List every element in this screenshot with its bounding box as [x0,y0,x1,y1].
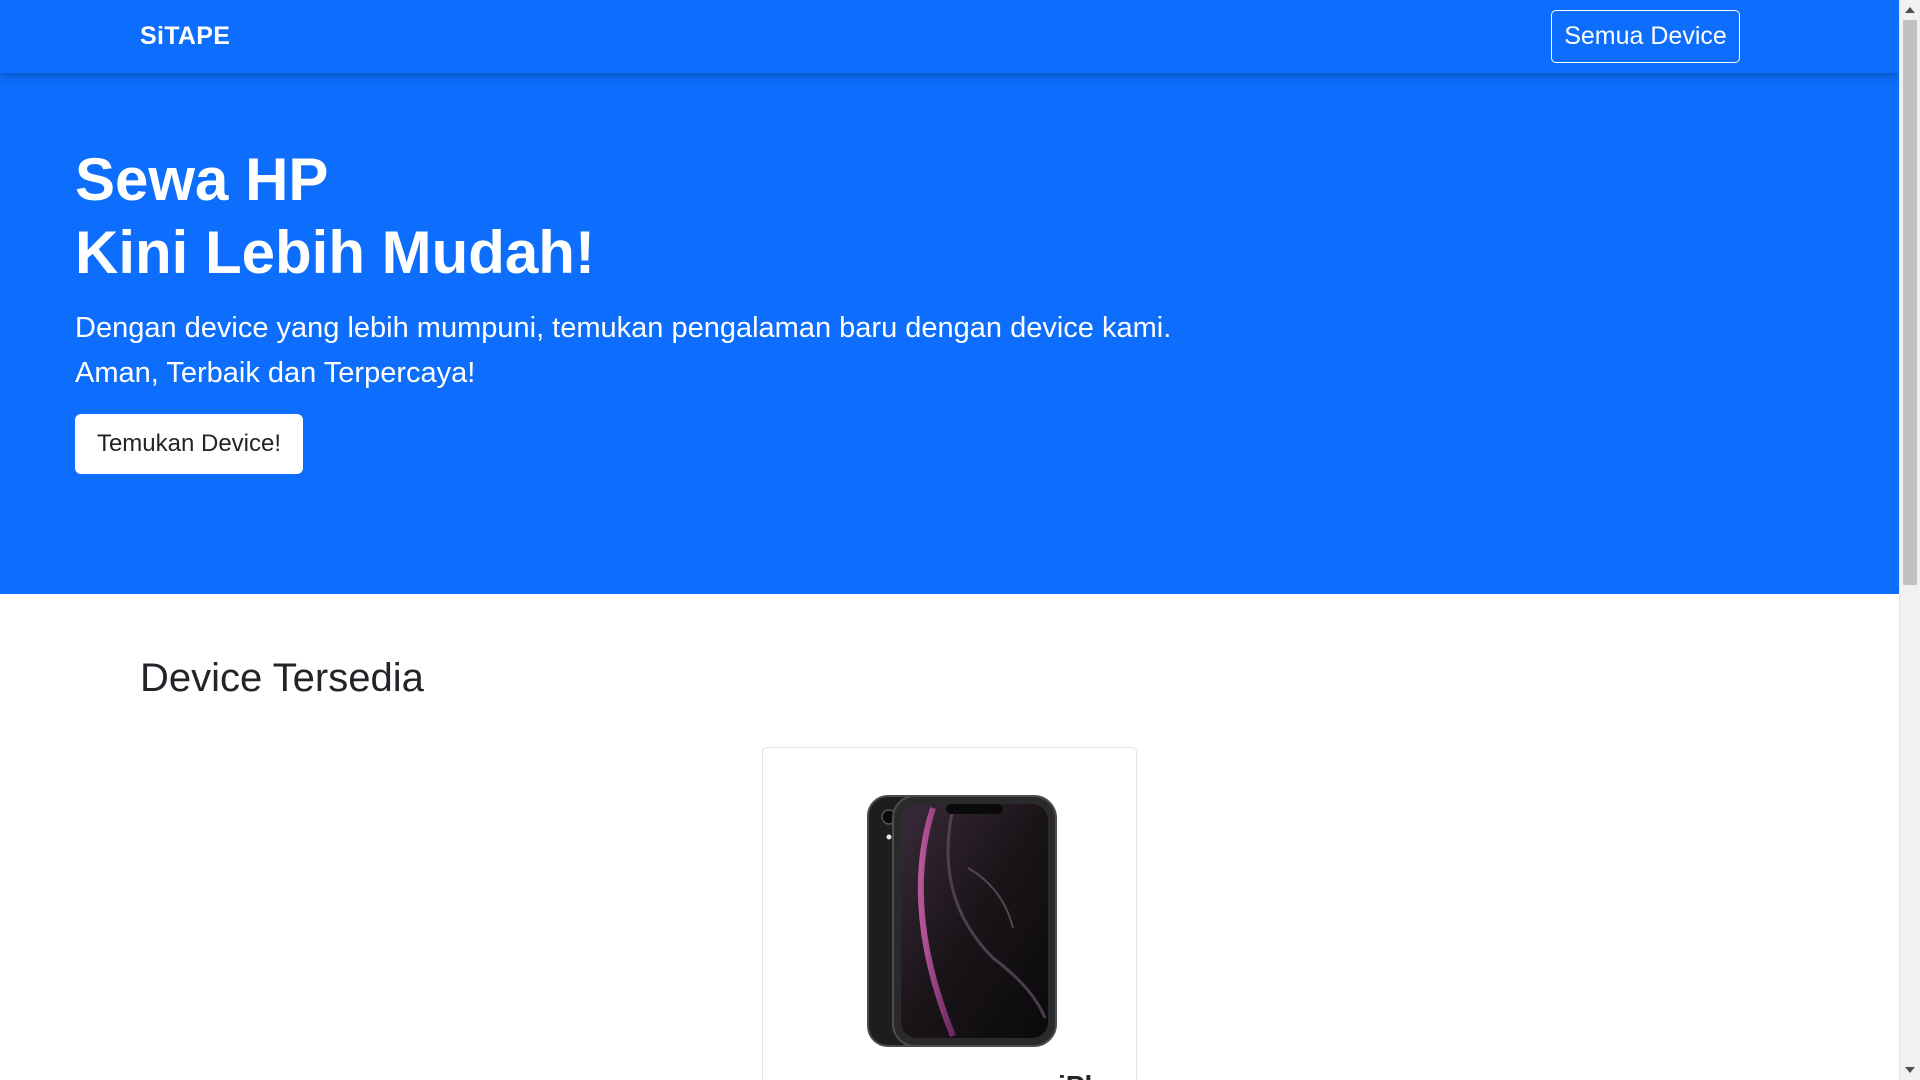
hero-section: Sewa HP Kini Lebih Mudah! Dengan device … [0,73,1899,594]
iphone-xr-image [867,795,1057,1047]
scroll-down-arrow-icon[interactable] [1905,1067,1915,1073]
navbar: SiTAPE Semua Device [0,0,1899,73]
hero-subtitle: Dengan device yang lebih mumpuni, temuka… [75,306,1171,396]
hero-subtitle-line-1: Dengan device yang lebih mumpuni, temuka… [75,312,1172,344]
find-device-button[interactable]: Temukan Device! [75,414,303,474]
section-title: Device Tersedia [140,656,424,700]
product-name[interactable]: iPhone XR [1058,1070,1136,1080]
vertical-scrollbar[interactable] [1899,0,1920,1080]
scrollbar-thumb[interactable] [1903,20,1917,585]
content-area: SiTAPE Semua Device Sewa HP Kini Lebih M… [0,0,1899,1080]
scroll-up-arrow-icon[interactable] [1905,7,1915,13]
hero-title: Sewa HP Kini Lebih Mudah! [75,143,595,289]
hero-subtitle-line-2: Aman, Terbaik dan Terpercaya! [75,357,476,389]
page: SiTAPE Semua Device Sewa HP Kini Lebih M… [0,0,1920,1080]
product-card[interactable]: iPhone XR [762,747,1137,1080]
brand-logo[interactable]: SiTAPE [140,22,230,51]
hero-title-line-2: Kini Lebih Mudah! [75,219,595,286]
hero-title-line-1: Sewa HP [75,146,329,213]
all-devices-button[interactable]: Semua Device [1551,10,1740,63]
